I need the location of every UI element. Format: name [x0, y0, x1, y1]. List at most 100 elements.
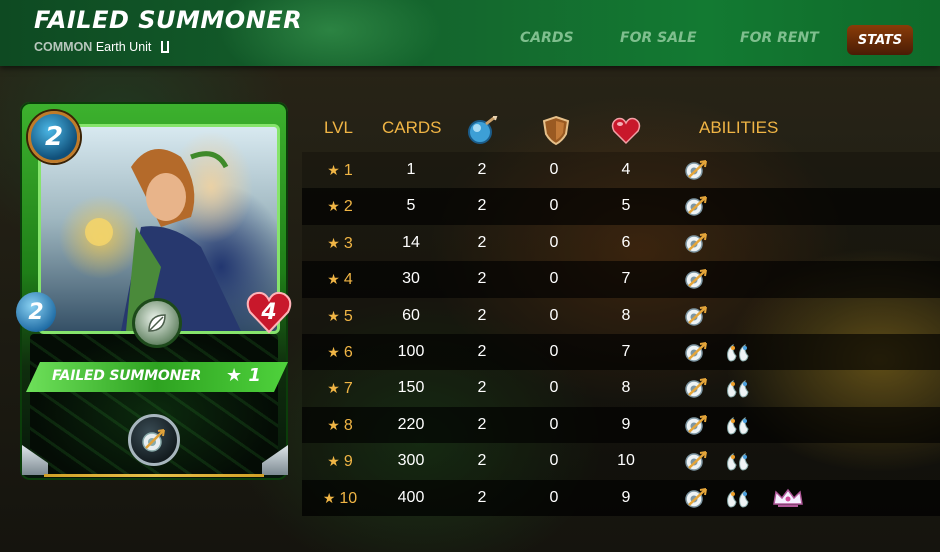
row-level-value: 5 [343, 307, 353, 325]
row-armor: 0 [549, 452, 559, 470]
row-level-value: 7 [343, 380, 353, 398]
table-row: ★ 9 300 2 0 10 [302, 443, 940, 480]
row-attack: 2 [477, 161, 487, 178]
table-row: ★ 6 100 2 0 7 [302, 333, 940, 371]
card-subtitle: COMMON Earth Unit [34, 40, 169, 54]
star-icon: ★ [327, 453, 340, 470]
row-level-value: 8 [343, 416, 353, 434]
card-name: FAILED SUMMONER [52, 368, 202, 384]
row-level-value: 1 [343, 162, 353, 179]
tears-ability-icon[interactable] [724, 449, 750, 473]
archery-ability-icon[interactable] [684, 267, 710, 291]
row-level-value: 9 [343, 453, 353, 471]
row-abilities [682, 407, 940, 443]
row-health: 9 [621, 488, 631, 506]
row-abilities [682, 298, 940, 334]
star-icon: ★ [327, 271, 340, 288]
tears-ability-icon[interactable] [724, 413, 750, 437]
row-armor: 0 [549, 197, 559, 215]
row-level: ★ 9 [302, 443, 378, 479]
row-abilities [682, 480, 940, 516]
row-level: ★ 7 [302, 370, 378, 406]
tears-ability-icon[interactable] [724, 486, 750, 510]
archery-ability-icon [128, 414, 180, 466]
row-health: 6 [621, 233, 631, 251]
star-icon: ★ [322, 489, 336, 506]
table-row: ★ 4 30 2 0 7 [302, 261, 940, 298]
row-level-value: 6 [343, 343, 353, 361]
row-abilities [682, 261, 940, 297]
tears-ability-icon[interactable] [724, 340, 750, 364]
card-health-stat: 4 [246, 290, 292, 334]
row-attack: 2 [477, 270, 487, 288]
archery-ability-icon[interactable] [684, 413, 710, 437]
row-cards: 400 [397, 488, 425, 506]
edition-icon [160, 41, 169, 53]
row-attack: 2 [477, 452, 487, 470]
row-cards: 14 [402, 233, 420, 251]
row-armor: 0 [549, 306, 559, 324]
crown-ability-icon[interactable] [770, 486, 803, 510]
row-level: ★ 5 [302, 298, 378, 334]
attack-icon [468, 115, 498, 144]
row-cards: 60 [402, 306, 420, 324]
row-health: 9 [621, 415, 631, 433]
tab-for-sale[interactable]: FOR SALE [620, 30, 697, 46]
table-row: ★ 5 60 2 0 8 [302, 297, 940, 334]
row-cards: 5 [406, 197, 416, 215]
row-health: 4 [621, 161, 631, 178]
star-icon: ★ [327, 343, 340, 360]
card-level: ★ 1 [226, 365, 261, 386]
card-health-value: 4 [261, 299, 277, 325]
row-cards: 220 [397, 415, 425, 433]
mana-cost: 2 [28, 111, 80, 163]
archery-ability-icon[interactable] [684, 486, 710, 510]
row-attack: 2 [477, 488, 487, 506]
archery-ability-icon[interactable] [684, 304, 710, 328]
row-level: ★ 10 [302, 480, 378, 516]
row-cards: 300 [397, 452, 425, 470]
tab-for-rent[interactable]: FOR RENT [740, 30, 819, 46]
row-cards: 150 [397, 379, 425, 397]
row-armor: 0 [549, 270, 559, 288]
health-icon [611, 117, 641, 145]
header: FAILED SUMMONER COMMON Earth Unit CARDS … [0, 0, 940, 66]
row-health: 8 [621, 306, 631, 324]
tab-cards[interactable]: CARDS [520, 30, 574, 46]
header-lvl: LVL [324, 118, 353, 137]
archery-ability-icon[interactable] [684, 231, 710, 255]
row-attack: 2 [477, 379, 487, 397]
archery-ability-icon[interactable] [684, 449, 710, 473]
tears-ability-icon[interactable] [724, 376, 750, 400]
row-abilities [682, 443, 940, 479]
card-attack-stat: 2 [16, 292, 56, 332]
row-level: ★ 3 [302, 225, 378, 261]
archery-ability-icon[interactable] [684, 194, 710, 218]
armor-icon [542, 115, 570, 146]
row-level: ★ 1 [302, 152, 378, 188]
row-abilities [682, 152, 940, 188]
row-abilities [682, 188, 940, 224]
row-health: 10 [617, 452, 635, 470]
table-row: ★ 2 5 2 0 5 [302, 188, 940, 225]
row-cards: 30 [402, 270, 420, 288]
archery-ability-icon[interactable] [684, 340, 710, 364]
row-health: 7 [621, 342, 631, 360]
row-level: ★ 4 [302, 261, 378, 297]
archery-ability-icon[interactable] [684, 158, 710, 182]
row-level: ★ 2 [302, 188, 378, 224]
row-attack: 2 [477, 233, 487, 251]
card-footer-trim [44, 474, 264, 477]
header-cards: CARDS [382, 118, 442, 137]
table-row: ★ 7 150 2 0 8 [302, 370, 940, 407]
row-abilities [682, 225, 940, 261]
table-row: ★ 8 220 2 0 9 [302, 406, 940, 444]
row-health: 8 [621, 379, 631, 397]
archery-ability-icon[interactable] [684, 376, 710, 400]
table-body: ★ 1 1 2 0 4 ★ 2 5 2 0 5 ★ 3 14 2 0 6 ★ 4 30 2 0 7 ★ 5 60 2 0 8 ★ 6 100 2 0… [302, 152, 940, 516]
page-title: FAILED SUMMONER [34, 6, 303, 34]
row-health: 7 [621, 270, 631, 288]
header-abilities: ABILITIES [699, 118, 779, 137]
leaf-icon [132, 298, 182, 348]
tab-stats[interactable]: STATS [847, 25, 913, 55]
